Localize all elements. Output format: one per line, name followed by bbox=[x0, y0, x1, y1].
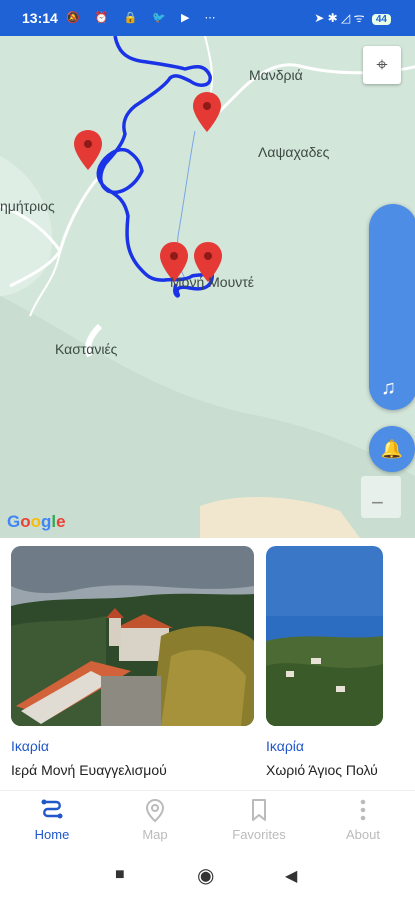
google-logo: Google bbox=[7, 512, 66, 532]
crosshair-icon: ⌖ bbox=[376, 53, 388, 76]
place-label-lapsachades: Λαψαχαδες bbox=[258, 144, 330, 160]
bell-icon: 🔔 bbox=[380, 438, 404, 459]
nav-favorites-label: Favorites bbox=[232, 827, 286, 842]
map-view[interactable]: Μανδριά Λαψαχαδες ημήτριος Μονή Μουντέ Κ… bbox=[0, 36, 415, 538]
connectivity-icons: ➤ ✱ ◿ ᯤ bbox=[314, 11, 365, 25]
logo-letter: e bbox=[56, 512, 66, 531]
bookmark-icon bbox=[219, 797, 299, 827]
place-label-dimitrios: ημήτριος bbox=[0, 198, 55, 214]
nav-about-label: About bbox=[346, 827, 380, 842]
card-region[interactable]: Ικαρία bbox=[11, 738, 254, 754]
status-time: 13:14 bbox=[22, 10, 58, 26]
nav-favorites[interactable]: Favorites bbox=[219, 797, 299, 842]
route-icon bbox=[12, 797, 92, 827]
card-region[interactable]: Ικαρία bbox=[266, 738, 383, 754]
logo-letter: G bbox=[7, 512, 21, 531]
nav-about[interactable]: About bbox=[323, 797, 403, 842]
nav-map[interactable]: Map bbox=[115, 797, 195, 842]
card-title[interactable]: Ιερά Μονή Ευαγγελισμού bbox=[11, 762, 254, 778]
place-card[interactable]: Ικαρία Χωριό Άγιος Πολύ bbox=[266, 546, 383, 778]
nav-home[interactable]: Home bbox=[12, 797, 92, 842]
place-label-kastanies: Καστανιές bbox=[55, 341, 118, 357]
place-photo[interactable] bbox=[266, 546, 383, 726]
nav-home-label: Home bbox=[34, 827, 70, 842]
logo-letter: g bbox=[41, 512, 52, 531]
zoom-controls[interactable]: − bbox=[361, 476, 401, 518]
place-label-mandria: Μανδριά bbox=[249, 67, 303, 83]
logo-letter: o bbox=[20, 512, 31, 531]
back-button[interactable]: ◀ bbox=[285, 866, 297, 886]
bottom-navigation: Home Map Favorites About bbox=[0, 790, 415, 851]
home-button[interactable]: ◉ bbox=[197, 863, 214, 888]
place-card[interactable]: Ικαρία Ιερά Μονή Ευαγγελισμού bbox=[11, 546, 254, 778]
notifications-button[interactable]: 🔔 bbox=[369, 426, 415, 472]
nav-map-label: Map bbox=[142, 827, 168, 842]
battery-icon: 44 bbox=[371, 14, 391, 25]
zoom-out-icon[interactable]: − bbox=[371, 490, 384, 516]
music-note-icon[interactable]: ♫ bbox=[381, 377, 396, 400]
location-pin-icon bbox=[115, 797, 195, 827]
side-audio-panel[interactable]: ♫ bbox=[369, 204, 415, 410]
recents-button[interactable]: ■ bbox=[115, 866, 125, 884]
status-bar: 13:14 🔕 ⏰ 🔒 🐦 ▶ ⋯ ➤ ✱ ◿ ᯤ 44 bbox=[0, 0, 415, 36]
my-location-button[interactable]: ⌖ bbox=[363, 46, 401, 84]
logo-letter: o bbox=[30, 512, 42, 531]
places-carousel[interactable]: Ικαρία Ιερά Μονή Ευαγγελισμού Ικαρία Χωρ… bbox=[0, 538, 415, 790]
more-vert-icon bbox=[323, 797, 403, 827]
system-icons: ➤ ✱ ◿ ᯤ 44 bbox=[314, 9, 391, 26]
place-label-moni-mounte: Μονή Μουντέ bbox=[170, 274, 254, 290]
card-title[interactable]: Χωριό Άγιος Πολύ bbox=[266, 762, 383, 778]
place-photo[interactable] bbox=[11, 546, 254, 726]
notification-icons: 🔕 ⏰ 🔒 🐦 ▶ ⋯ bbox=[66, 12, 222, 24]
system-navigation-bar: ■ ◉ ◀ bbox=[0, 850, 415, 900]
